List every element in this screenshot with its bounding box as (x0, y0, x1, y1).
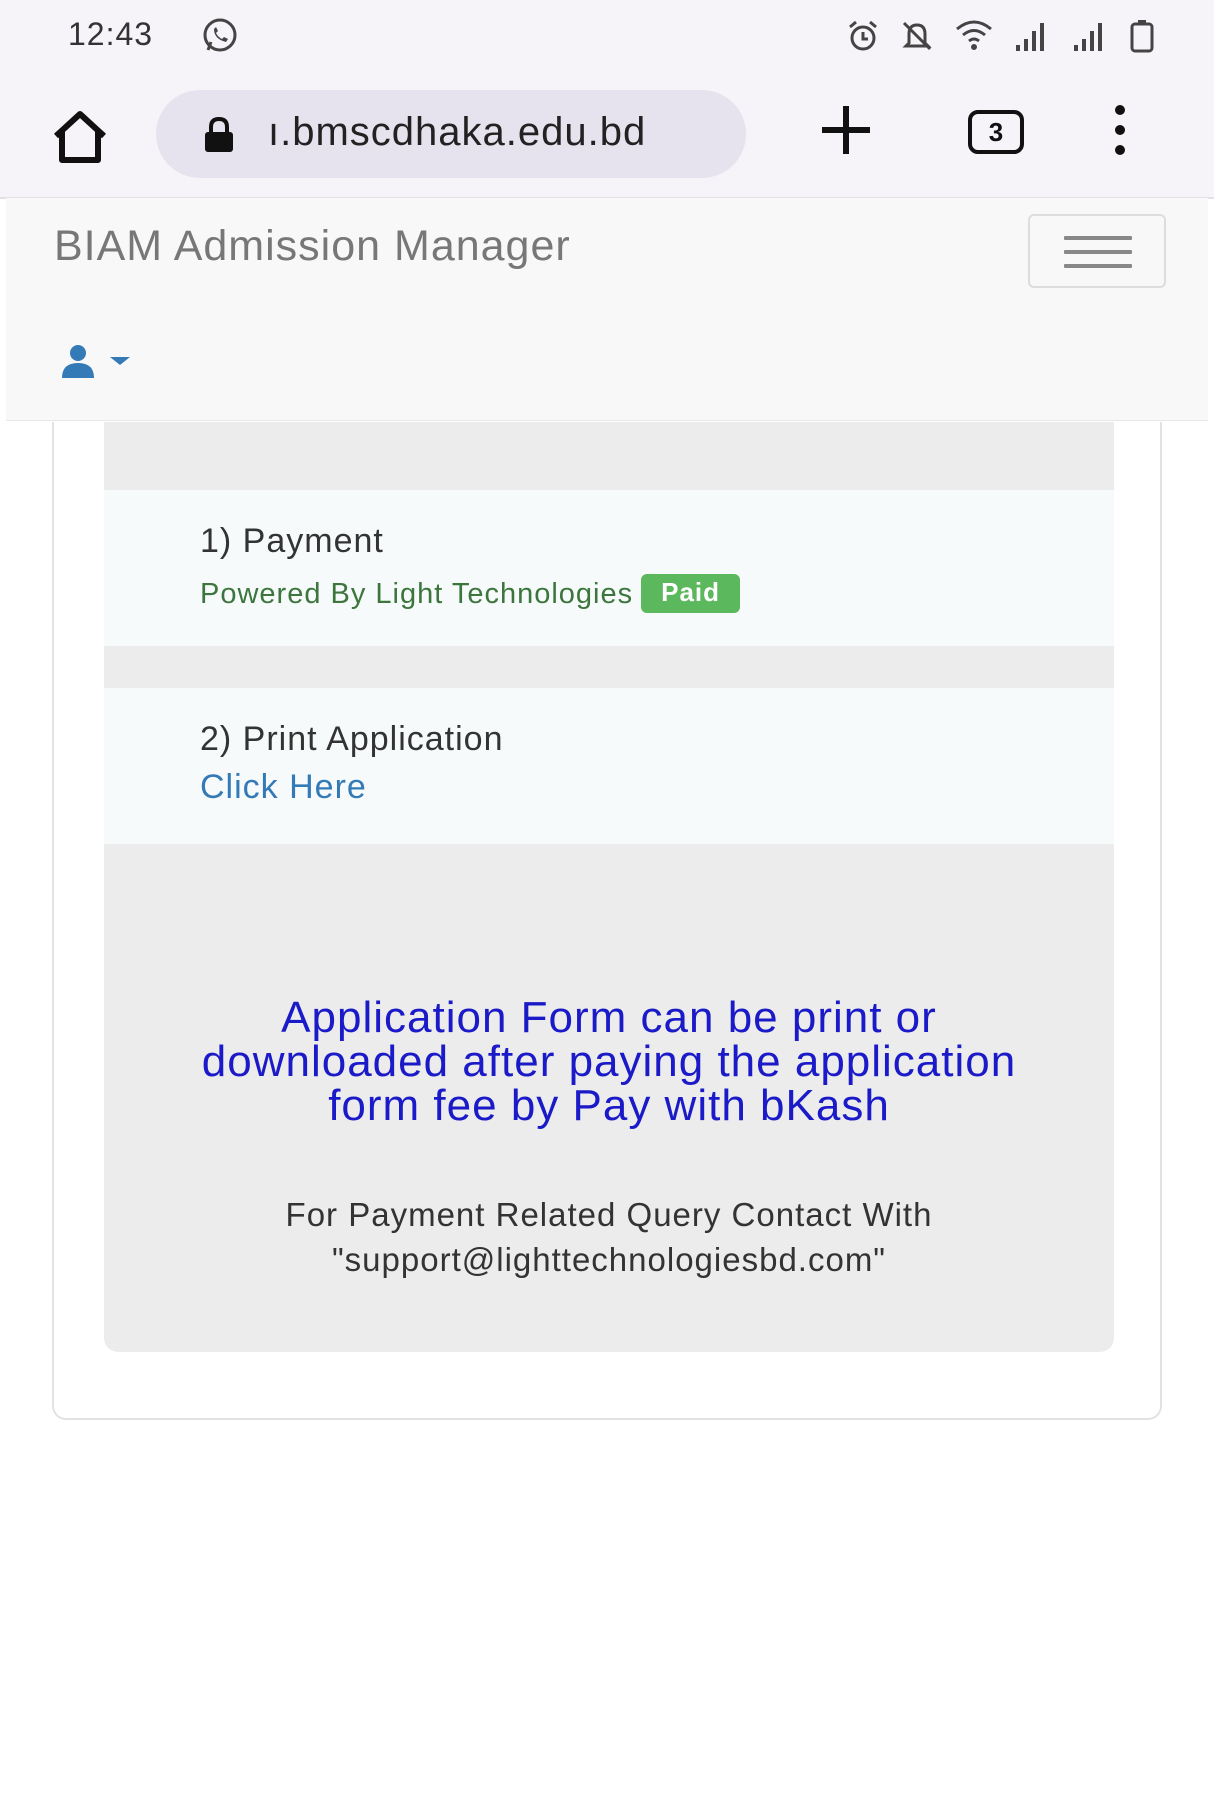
tab-count-button[interactable]: 3 (968, 110, 1024, 154)
payment-notice: Application Form can be print or downloa… (201, 993, 1017, 1130)
step-title: 2) Print Application (200, 720, 504, 758)
caret-down-icon (108, 354, 132, 373)
alarm-icon (846, 19, 880, 53)
step-title: 1) Payment (200, 522, 384, 560)
mute-icon (900, 19, 934, 53)
address-bar[interactable]: ı.bmscdhaka.edu.bd (156, 90, 746, 178)
brand-title[interactable]: BIAM Admission Manager (54, 222, 571, 271)
status-bar: 12:43 (0, 0, 1214, 72)
plus-icon[interactable] (818, 102, 874, 158)
battery-icon (1130, 19, 1154, 53)
site-navbar: BIAM Admission Manager (6, 198, 1208, 421)
navbar-toggle-button[interactable] (1028, 214, 1166, 288)
main-card: 1) Payment Powered By Light Technologies… (52, 422, 1162, 1420)
step-subtitle: Powered By Light Technologies Paid (200, 574, 741, 613)
lock-icon (202, 116, 236, 154)
powered-by-text: Powered By Light Technologies (200, 578, 634, 610)
status-badge: Paid (641, 574, 741, 613)
status-time: 12:43 (68, 16, 154, 52)
step-print-application: 2) Print Application Click Here (104, 688, 1114, 844)
support-email: "support@lighttechnologiesbd.com" (331, 1241, 887, 1278)
wifi-icon (954, 19, 994, 53)
status-icons (846, 16, 1154, 56)
contact-info: For Payment Related Query Contact With "… (164, 1192, 1054, 1282)
user-icon (60, 344, 96, 383)
click-here-link[interactable]: Click Here (200, 768, 367, 807)
browser-toolbar: ı.bmscdhaka.edu.bd 3 (0, 72, 1214, 199)
steps-panel: 1) Payment Powered By Light Technologies… (104, 422, 1114, 1352)
step-payment: 1) Payment Powered By Light Technologies… (104, 490, 1114, 646)
whatsapp-icon (200, 16, 240, 56)
more-vert-icon[interactable] (1100, 102, 1140, 158)
home-icon[interactable] (48, 106, 112, 170)
signal-icon (1072, 19, 1110, 53)
user-dropdown[interactable] (60, 338, 160, 388)
contact-line: For Payment Related Query Contact With (285, 1196, 933, 1233)
signal-icon (1014, 19, 1052, 53)
url-text[interactable]: ı.bmscdhaka.edu.bd (268, 110, 738, 155)
